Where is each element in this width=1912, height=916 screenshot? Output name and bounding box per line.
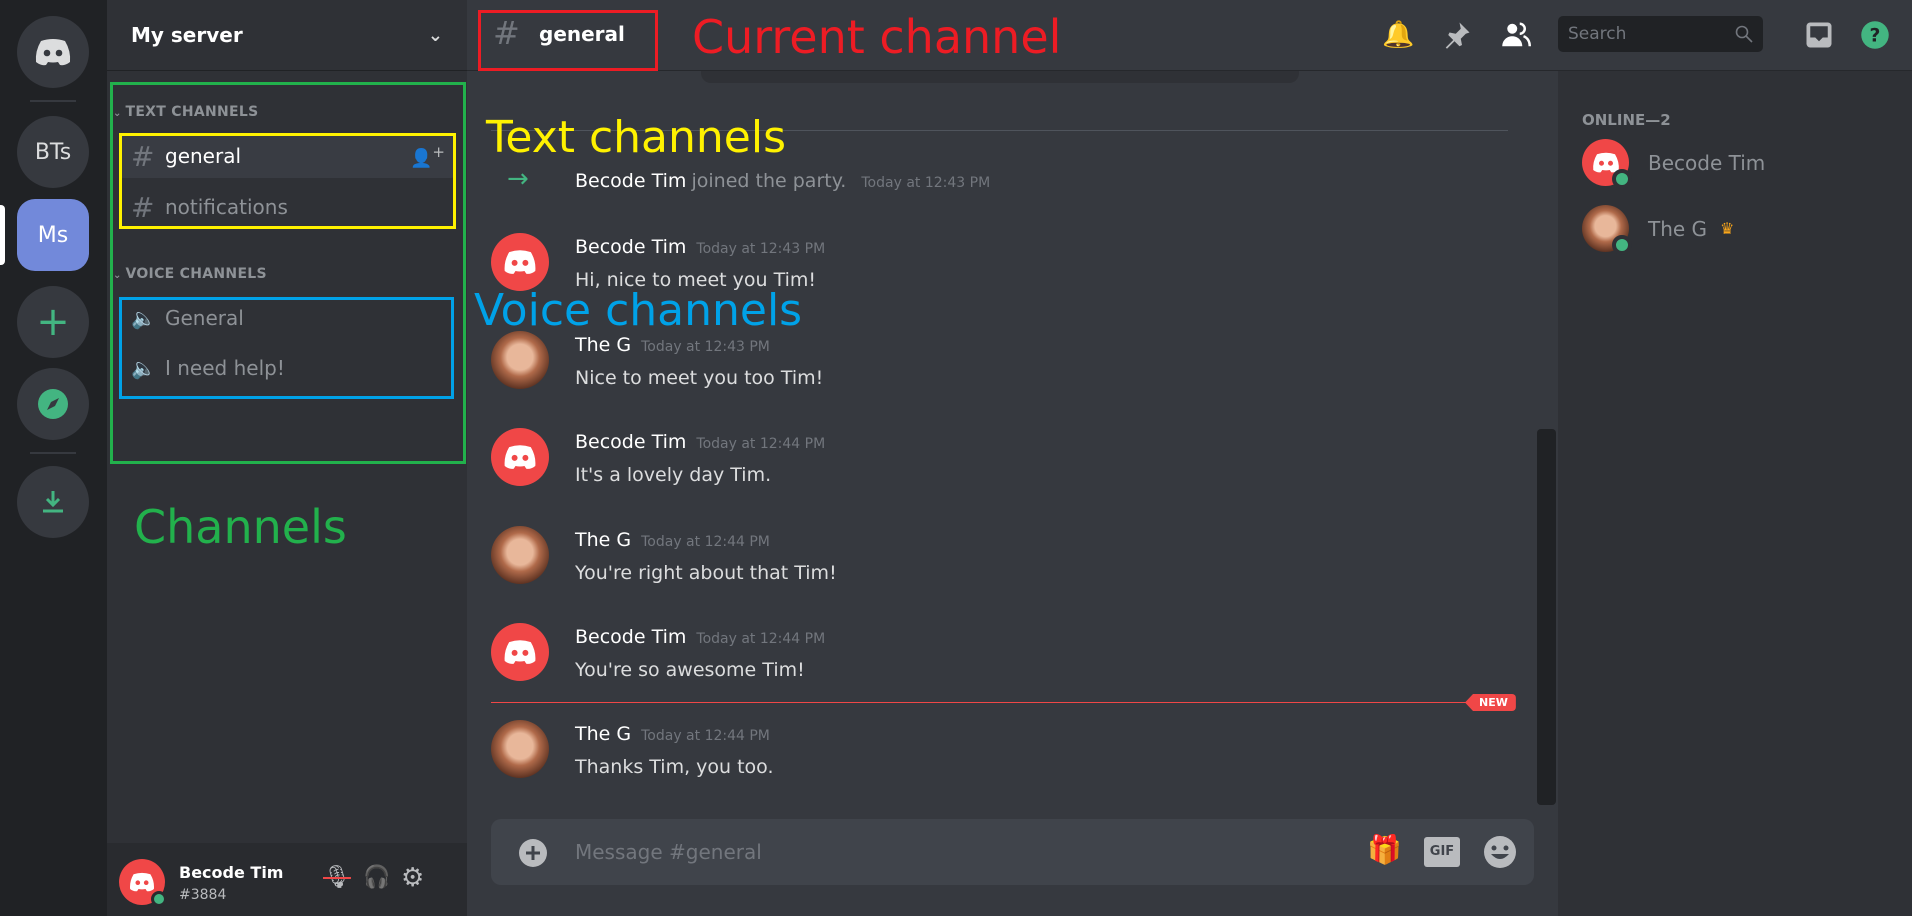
- message-timestamp: Today at 12:44 PM: [696, 631, 826, 647]
- member-list-icon[interactable]: [1501, 20, 1531, 50]
- plus-icon: +: [36, 299, 70, 345]
- message-group: The G Today at 12:44 PM Thanks Tim, you t…: [491, 720, 1491, 800]
- message-timestamp: Today at 12:44 PM: [641, 534, 770, 550]
- search-input[interactable]: Search: [1558, 16, 1763, 52]
- message-author[interactable]: The G: [575, 334, 631, 356]
- message-author[interactable]: Becode Tim: [575, 626, 686, 648]
- compass-icon: [38, 389, 68, 419]
- message-text: Thanks Tim, you too.: [575, 756, 774, 778]
- online-status-dot: [1612, 235, 1632, 255]
- message-avatar[interactable]: [491, 233, 549, 291]
- message-author[interactable]: Becode Tim: [575, 431, 686, 453]
- message-text: Nice to meet you too Tim!: [575, 367, 824, 389]
- message-author[interactable]: The G: [575, 723, 631, 745]
- inbox-icon[interactable]: [1804, 20, 1834, 50]
- chat-top-bar: [701, 71, 1299, 83]
- chevron-down-icon: ⌄: [427, 24, 443, 46]
- mute-mic-button[interactable]: 🎙: [323, 865, 351, 890]
- server-icon-bts[interactable]: BTs: [17, 116, 89, 188]
- online-status-dot: [1612, 169, 1632, 189]
- new-messages-divider: [491, 702, 1491, 703]
- message-timestamp: Today at 12:43 PM: [696, 241, 826, 257]
- search-icon: [1735, 25, 1753, 43]
- message-text: You're so awesome Tim!: [575, 659, 805, 681]
- user-panel: Becode Tim #3884 🎙 🎧 ⚙: [107, 843, 467, 916]
- message-group: Becode Tim Today at 12:44 PM It's a lovel…: [491, 428, 1491, 508]
- home-button[interactable]: [17, 16, 89, 88]
- online-status-dot: [151, 891, 167, 907]
- rail-separator: [30, 100, 76, 102]
- deafen-button[interactable]: 🎧: [363, 865, 390, 890]
- selected-server-indicator: [0, 205, 5, 265]
- message-timestamp: Today at 12:44 PM: [696, 436, 826, 452]
- annotation-channels: Channels: [134, 500, 347, 554]
- gif-button[interactable]: GIF: [1424, 837, 1460, 867]
- annotation-voice-channels: Voice channels: [474, 285, 803, 336]
- gift-icon[interactable]: 🎁: [1367, 833, 1402, 866]
- message-avatar[interactable]: [491, 720, 549, 778]
- message-text: It's a lovely day Tim.: [575, 464, 772, 486]
- online-heading: ONLINE—2: [1582, 111, 1671, 129]
- message-avatar[interactable]: [491, 331, 549, 389]
- message-author[interactable]: The G: [575, 529, 631, 551]
- mic-muted-icon: 🎙: [323, 865, 351, 890]
- svg-text:?: ?: [1870, 25, 1881, 46]
- join-arrow-icon: →: [507, 164, 529, 194]
- user-name: Becode Tim: [179, 863, 284, 882]
- annotation-box-voice-channels: [119, 297, 454, 399]
- message-avatar[interactable]: [491, 623, 549, 681]
- message-avatar[interactable]: [491, 428, 549, 486]
- join-user[interactable]: Becode Tim: [575, 170, 686, 192]
- channel-header: # general 🔔 Search ?: [467, 0, 1912, 71]
- notification-bell-icon[interactable]: 🔔: [1382, 20, 1414, 50]
- server-owner-crown-icon: ♛: [1720, 219, 1735, 238]
- message-text: You're right about that Tim!: [575, 562, 837, 584]
- download-icon: [43, 491, 63, 513]
- message-avatar[interactable]: [491, 526, 549, 584]
- annotation-box-current-channel: [478, 10, 658, 71]
- explore-servers-button[interactable]: [17, 368, 89, 440]
- message-group: The G Today at 12:43 PM Nice to meet you …: [491, 331, 1491, 411]
- add-server-button[interactable]: +: [17, 286, 89, 358]
- rail-separator: [30, 452, 76, 454]
- annotation-box-text-channels: [119, 133, 456, 229]
- message-group: The G Today at 12:44 PM You're right abou…: [491, 526, 1491, 606]
- discord-logo-icon: [35, 39, 71, 66]
- member-the-g[interactable]: The G ♛: [1582, 205, 1892, 257]
- user-settings-button[interactable]: ⚙: [401, 863, 424, 893]
- message-author[interactable]: Becode Tim: [575, 236, 686, 258]
- message-composer[interactable]: Message #general 🎁 GIF: [491, 819, 1534, 885]
- gear-icon: ⚙: [401, 863, 425, 893]
- server-rail: BTs Ms +: [0, 0, 107, 916]
- annotation-text-channels: Text channels: [486, 112, 787, 163]
- help-icon[interactable]: ?: [1860, 20, 1890, 50]
- emoji-icon[interactable]: [1483, 835, 1517, 869]
- join-message: Becode Tim joined the party. Today at 12…: [575, 170, 991, 192]
- message-timestamp: Today at 12:43 PM: [641, 339, 770, 355]
- headphones-icon: 🎧: [363, 865, 391, 890]
- scrollbar[interactable]: [1537, 429, 1556, 805]
- member-list: ONLINE—2 Becode Tim The G ♛: [1558, 71, 1912, 916]
- pinned-messages-icon[interactable]: [1442, 20, 1472, 50]
- server-header[interactable]: My server ⌄: [107, 0, 467, 71]
- annotation-current-channel: Current channel: [692, 10, 1062, 64]
- new-badge: NEW: [1465, 694, 1516, 711]
- add-attachment-icon[interactable]: [518, 838, 548, 868]
- user-tag: #3884: [179, 887, 227, 903]
- message-input[interactable]: Message #general: [575, 840, 762, 864]
- message-group: Becode Tim Today at 12:44 PM You're so aw…: [491, 623, 1491, 703]
- message-timestamp: Today at 12:44 PM: [641, 728, 770, 744]
- server-icon-ms[interactable]: Ms: [17, 199, 89, 271]
- server-name: My server: [131, 23, 243, 47]
- download-apps-button[interactable]: [17, 466, 89, 538]
- member-becode-tim[interactable]: Becode Tim: [1582, 139, 1892, 191]
